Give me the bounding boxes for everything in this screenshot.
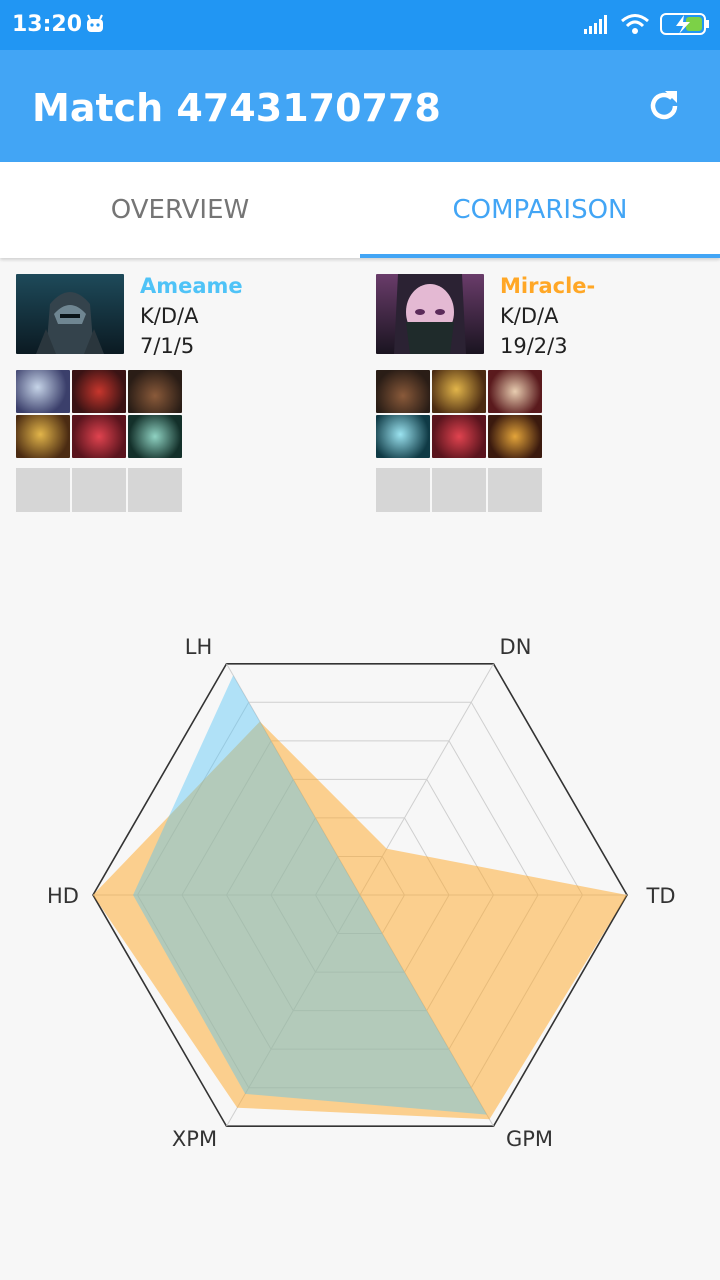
empty-item-slot	[16, 468, 70, 512]
tab-overview[interactable]: OVERVIEW	[0, 162, 360, 258]
axe-icon[interactable]	[376, 415, 430, 458]
battery-charging-icon	[660, 12, 710, 41]
radar-axis-label: LH	[185, 635, 213, 659]
hero-portrait	[376, 274, 484, 354]
kda-value: 19/2/3	[500, 334, 568, 358]
hero-portrait	[16, 274, 124, 354]
status-time: 13:20	[12, 12, 83, 37]
item-icon-2[interactable]	[72, 370, 126, 413]
backpack-slots	[16, 468, 182, 512]
empty-item-slot	[376, 468, 430, 512]
radar-axis-label: TD	[646, 884, 676, 908]
kda-value: 7/1/5	[140, 334, 195, 358]
refresh-icon[interactable]	[644, 86, 684, 126]
android-icon	[85, 14, 105, 39]
page-title: Match 4743170778	[32, 86, 441, 130]
crimson-blade-icon[interactable]	[432, 415, 486, 458]
radar-axis-label: HD	[47, 884, 79, 908]
helm-icon[interactable]	[16, 415, 70, 458]
boots-icon[interactable]	[376, 370, 430, 413]
status-bar: 13:20	[0, 0, 720, 50]
helm-icon[interactable]	[432, 370, 486, 413]
item-grid	[16, 370, 184, 458]
radar-chart: LH DN TD GPM XPM HD	[47, 635, 676, 1151]
radar-axis-label: XPM	[172, 1127, 217, 1151]
player-name[interactable]: Miracle-	[500, 274, 595, 298]
player-card-1: Ameame K/D/A 7/1/5	[16, 274, 356, 514]
app-bar: Match 4743170778	[0, 50, 720, 162]
item-icon-1[interactable]	[16, 370, 70, 413]
empty-item-slot	[432, 468, 486, 512]
player-card-2: Miracle- K/D/A 19/2/3	[376, 274, 716, 514]
item-grid	[376, 370, 544, 458]
boots-icon[interactable]	[128, 370, 182, 413]
empty-item-slot	[72, 468, 126, 512]
tab-bar: OVERVIEW COMPARISON	[0, 162, 720, 258]
empty-item-slot	[488, 468, 542, 512]
scepter-icon[interactable]	[488, 415, 542, 458]
kda-label: K/D/A	[500, 304, 559, 328]
dagger-icon[interactable]	[128, 415, 182, 458]
active-tab-indicator	[360, 254, 720, 258]
radar-axis-label: GPM	[506, 1127, 553, 1151]
player-name[interactable]: Ameame	[140, 274, 243, 298]
signal-icon	[582, 13, 610, 40]
radar-axis-label: DN	[500, 635, 532, 659]
wifi-icon	[620, 13, 650, 40]
tab-comparison[interactable]: COMPARISON	[360, 162, 720, 258]
crimson-blade-icon[interactable]	[72, 415, 126, 458]
staff-icon[interactable]	[488, 370, 542, 413]
kda-label: K/D/A	[140, 304, 199, 328]
backpack-slots	[376, 468, 542, 512]
empty-item-slot	[128, 468, 182, 512]
